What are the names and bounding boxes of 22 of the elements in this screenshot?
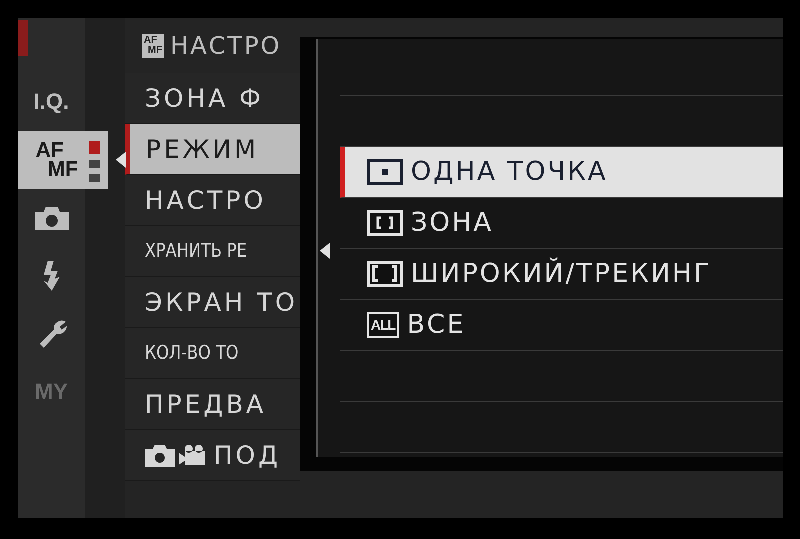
menu-item[interactable]: РЕЖИМ [125, 124, 300, 175]
menu-item-label: РЕЖИМ [146, 134, 260, 164]
option-item[interactable]: ЗОНА [340, 198, 783, 249]
menu-item-label: НАСТРО [145, 186, 266, 214]
option-label: ЗОНА [411, 208, 494, 238]
menu-item-label: ПОД [214, 440, 282, 470]
menu-item-label: ЭКРАН ТО [145, 288, 298, 316]
menu-item-label: ПРЕДВА [145, 390, 266, 418]
option-label: ШИРОКИЙ/ТРЕКИНГ [411, 259, 712, 289]
menu-item-label: ЗОНА Ф [145, 84, 264, 112]
menu-title: НАСТРО [170, 32, 282, 60]
sidebar-tab[interactable]: I.Q. [34, 89, 70, 115]
option-item[interactable]: ШИРОКИЙ/ТРЕКИНГ [340, 249, 783, 300]
menu-item-label: КОЛ-ВО ТО [145, 342, 239, 364]
afmf-label: AF MF [36, 141, 78, 179]
option-item[interactable]: ОДНА ТОЧКА [340, 147, 783, 198]
afmf-icon: AF MF [142, 34, 164, 58]
option-label: ВСЕ [407, 310, 466, 340]
menu-item-label: ХРАНИТЬ РЕ [145, 240, 248, 262]
option-label: ОДНА ТОЧКА [411, 157, 608, 187]
all-icon: ALL [367, 312, 400, 338]
option-item[interactable]: ALL ВСЕ [340, 300, 783, 351]
